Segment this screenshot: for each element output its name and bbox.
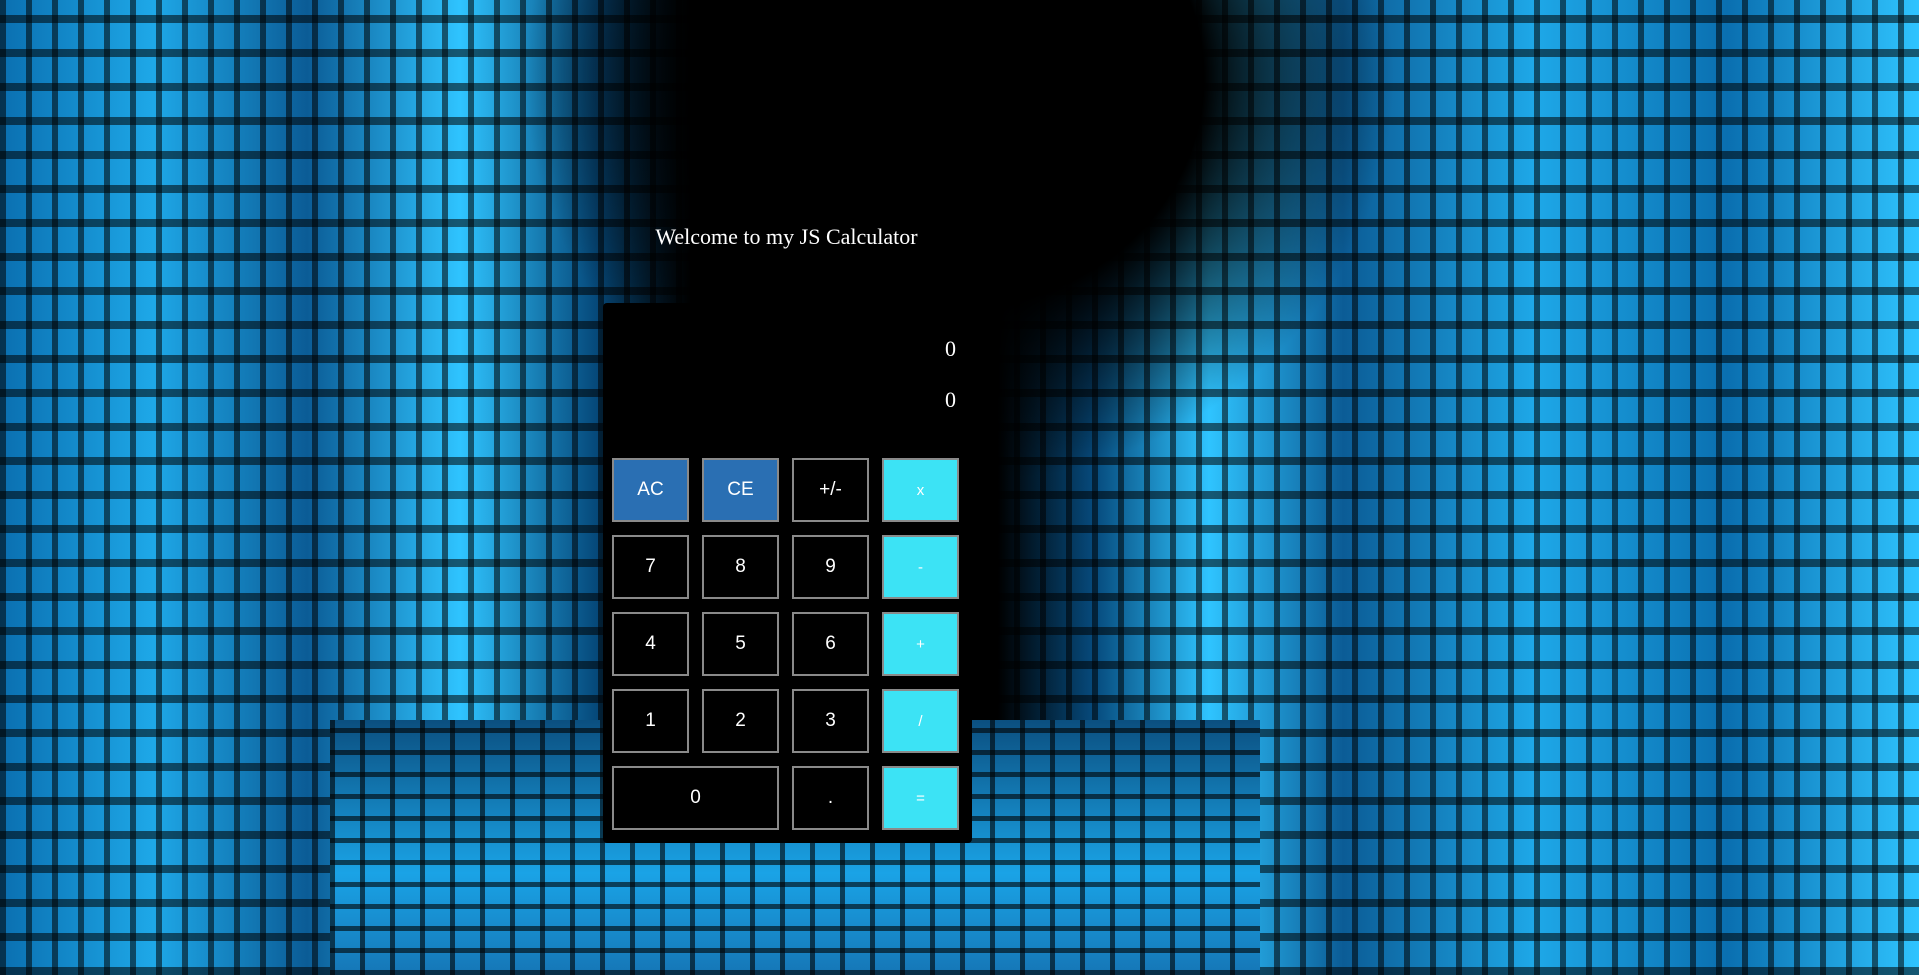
toggle-sign-button[interactable]: +/- <box>792 458 869 522</box>
previous-operand-display: 0 <box>945 336 956 361</box>
all-clear-button[interactable]: AC <box>612 458 689 522</box>
digit-0-button[interactable]: 0 <box>612 766 779 830</box>
calculator: 0 0 AC CE +/- x 7 8 9 - 4 5 6 + 1 2 3 / … <box>603 303 972 843</box>
clear-entry-button[interactable]: CE <box>702 458 779 522</box>
digit-4-button[interactable]: 4 <box>612 612 689 676</box>
multiply-button[interactable]: x <box>882 458 959 522</box>
digit-7-button[interactable]: 7 <box>612 535 689 599</box>
digit-8-button[interactable]: 8 <box>702 535 779 599</box>
digit-9-button[interactable]: 9 <box>792 535 869 599</box>
digit-6-button[interactable]: 6 <box>792 612 869 676</box>
divide-button[interactable]: / <box>882 689 959 753</box>
digit-3-button[interactable]: 3 <box>792 689 869 753</box>
decimal-button[interactable]: . <box>792 766 869 830</box>
subtract-button[interactable]: - <box>882 535 959 599</box>
equals-button[interactable]: = <box>882 766 959 830</box>
page-title: Welcome to my JS Calculator <box>655 224 918 249</box>
digit-1-button[interactable]: 1 <box>612 689 689 753</box>
digit-2-button[interactable]: 2 <box>702 689 779 753</box>
current-operand-display: 0 <box>945 387 956 412</box>
digit-5-button[interactable]: 5 <box>702 612 779 676</box>
add-button[interactable]: + <box>882 612 959 676</box>
